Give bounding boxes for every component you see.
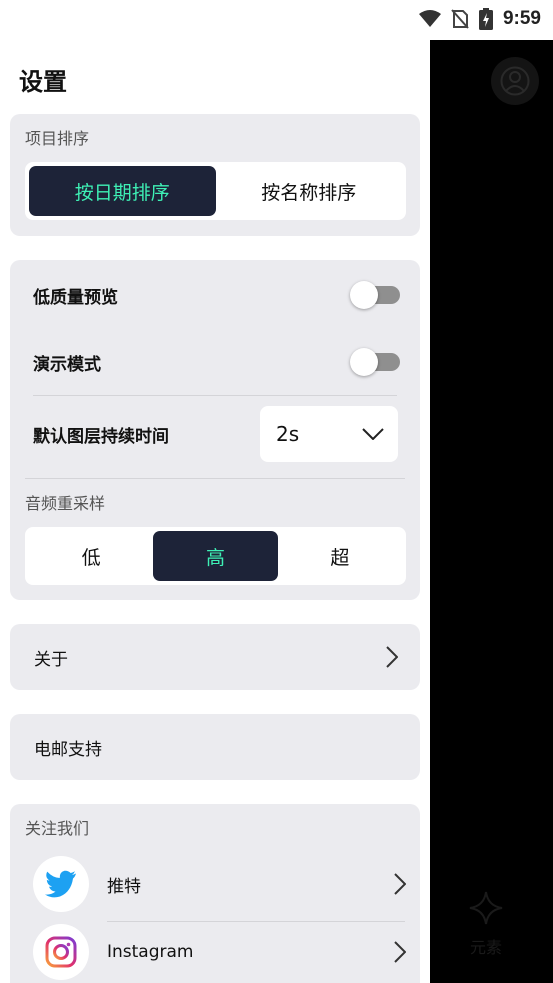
sort-by-date-option[interactable]: 按日期排序	[29, 166, 216, 216]
user-icon	[500, 66, 530, 96]
about-card[interactable]: 关于	[10, 624, 420, 690]
default-layer-duration-row: 默认图层持续时间 2s	[33, 405, 398, 463]
toggle-thumb	[350, 281, 378, 309]
layer-duration-select[interactable]: 2s	[260, 406, 398, 462]
chevron-right-icon	[394, 873, 406, 895]
audio-resample-label: 音频重采样	[25, 494, 106, 513]
main-screen-backdrop[interactable]: 元素	[430, 40, 553, 983]
page-title: 设置	[19, 68, 67, 96]
audio-resample-ultra-option[interactable]: 超	[278, 531, 402, 581]
settings-card: 低质量预览 演示模式 默认图层持续时间 2s 音频重采样 低 高 超	[10, 260, 420, 600]
low-quality-preview-label: 低质量预览	[33, 287, 118, 308]
email-support-row[interactable]: 电邮支持	[10, 714, 420, 780]
settings-drawer: 设置 项目排序 按日期排序 按名称排序 低质量预览 演示模式 默认图层持续时间	[0, 40, 430, 983]
wifi-icon	[418, 10, 441, 27]
instagram-label: Instagram	[107, 942, 194, 962]
follow-us-card: 关注我们 推特 Instagram	[10, 804, 420, 983]
chevron-right-icon	[394, 941, 406, 963]
about-row[interactable]: 关于	[10, 624, 420, 690]
email-support-card[interactable]: 电邮支持	[10, 714, 420, 780]
toggle-thumb	[350, 348, 378, 376]
sort-segmented-control: 按日期排序 按名称排序	[25, 162, 406, 220]
audio-resample-low-option[interactable]: 低	[29, 531, 153, 581]
social-item-instagram[interactable]: Instagram	[33, 922, 406, 982]
audio-resample-high-option[interactable]: 高	[153, 531, 278, 581]
low-quality-preview-row: 低质量预览	[33, 280, 400, 310]
demo-mode-toggle[interactable]	[350, 348, 400, 376]
sort-section-label: 项目排序	[25, 129, 90, 148]
sparkle-icon	[469, 891, 503, 925]
demo-mode-label: 演示模式	[33, 354, 101, 375]
tab-elements-label: 元素	[469, 938, 502, 957]
divider	[33, 395, 397, 396]
sort-by-name-option[interactable]: 按名称排序	[216, 166, 403, 216]
follow-us-label: 关注我们	[25, 819, 90, 838]
default-layer-duration-label: 默认图层持续时间	[33, 426, 169, 447]
about-label: 关于	[34, 649, 68, 670]
social-item-twitter[interactable]: 推特	[33, 854, 406, 914]
no-sim-icon	[451, 9, 469, 29]
avatar-button[interactable]	[491, 57, 539, 105]
status-bar: 9:59	[0, 0, 553, 40]
status-time: 9:59	[502, 8, 541, 29]
email-support-label: 电邮支持	[34, 739, 102, 760]
demo-mode-row: 演示模式	[33, 347, 400, 377]
chevron-right-icon	[386, 646, 398, 668]
audio-resample-segmented-control: 低 高 超	[25, 527, 406, 585]
low-quality-preview-toggle[interactable]	[350, 281, 400, 309]
sort-card: 项目排序 按日期排序 按名称排序	[10, 114, 420, 236]
layer-duration-value: 2s	[276, 422, 300, 446]
tab-elements[interactable]: 元素	[460, 890, 512, 958]
twitter-label: 推特	[107, 876, 141, 897]
twitter-icon	[33, 856, 89, 912]
instagram-icon	[33, 924, 89, 980]
divider	[25, 478, 405, 479]
battery-charging-icon	[478, 8, 493, 30]
chevron-down-icon	[362, 428, 384, 440]
